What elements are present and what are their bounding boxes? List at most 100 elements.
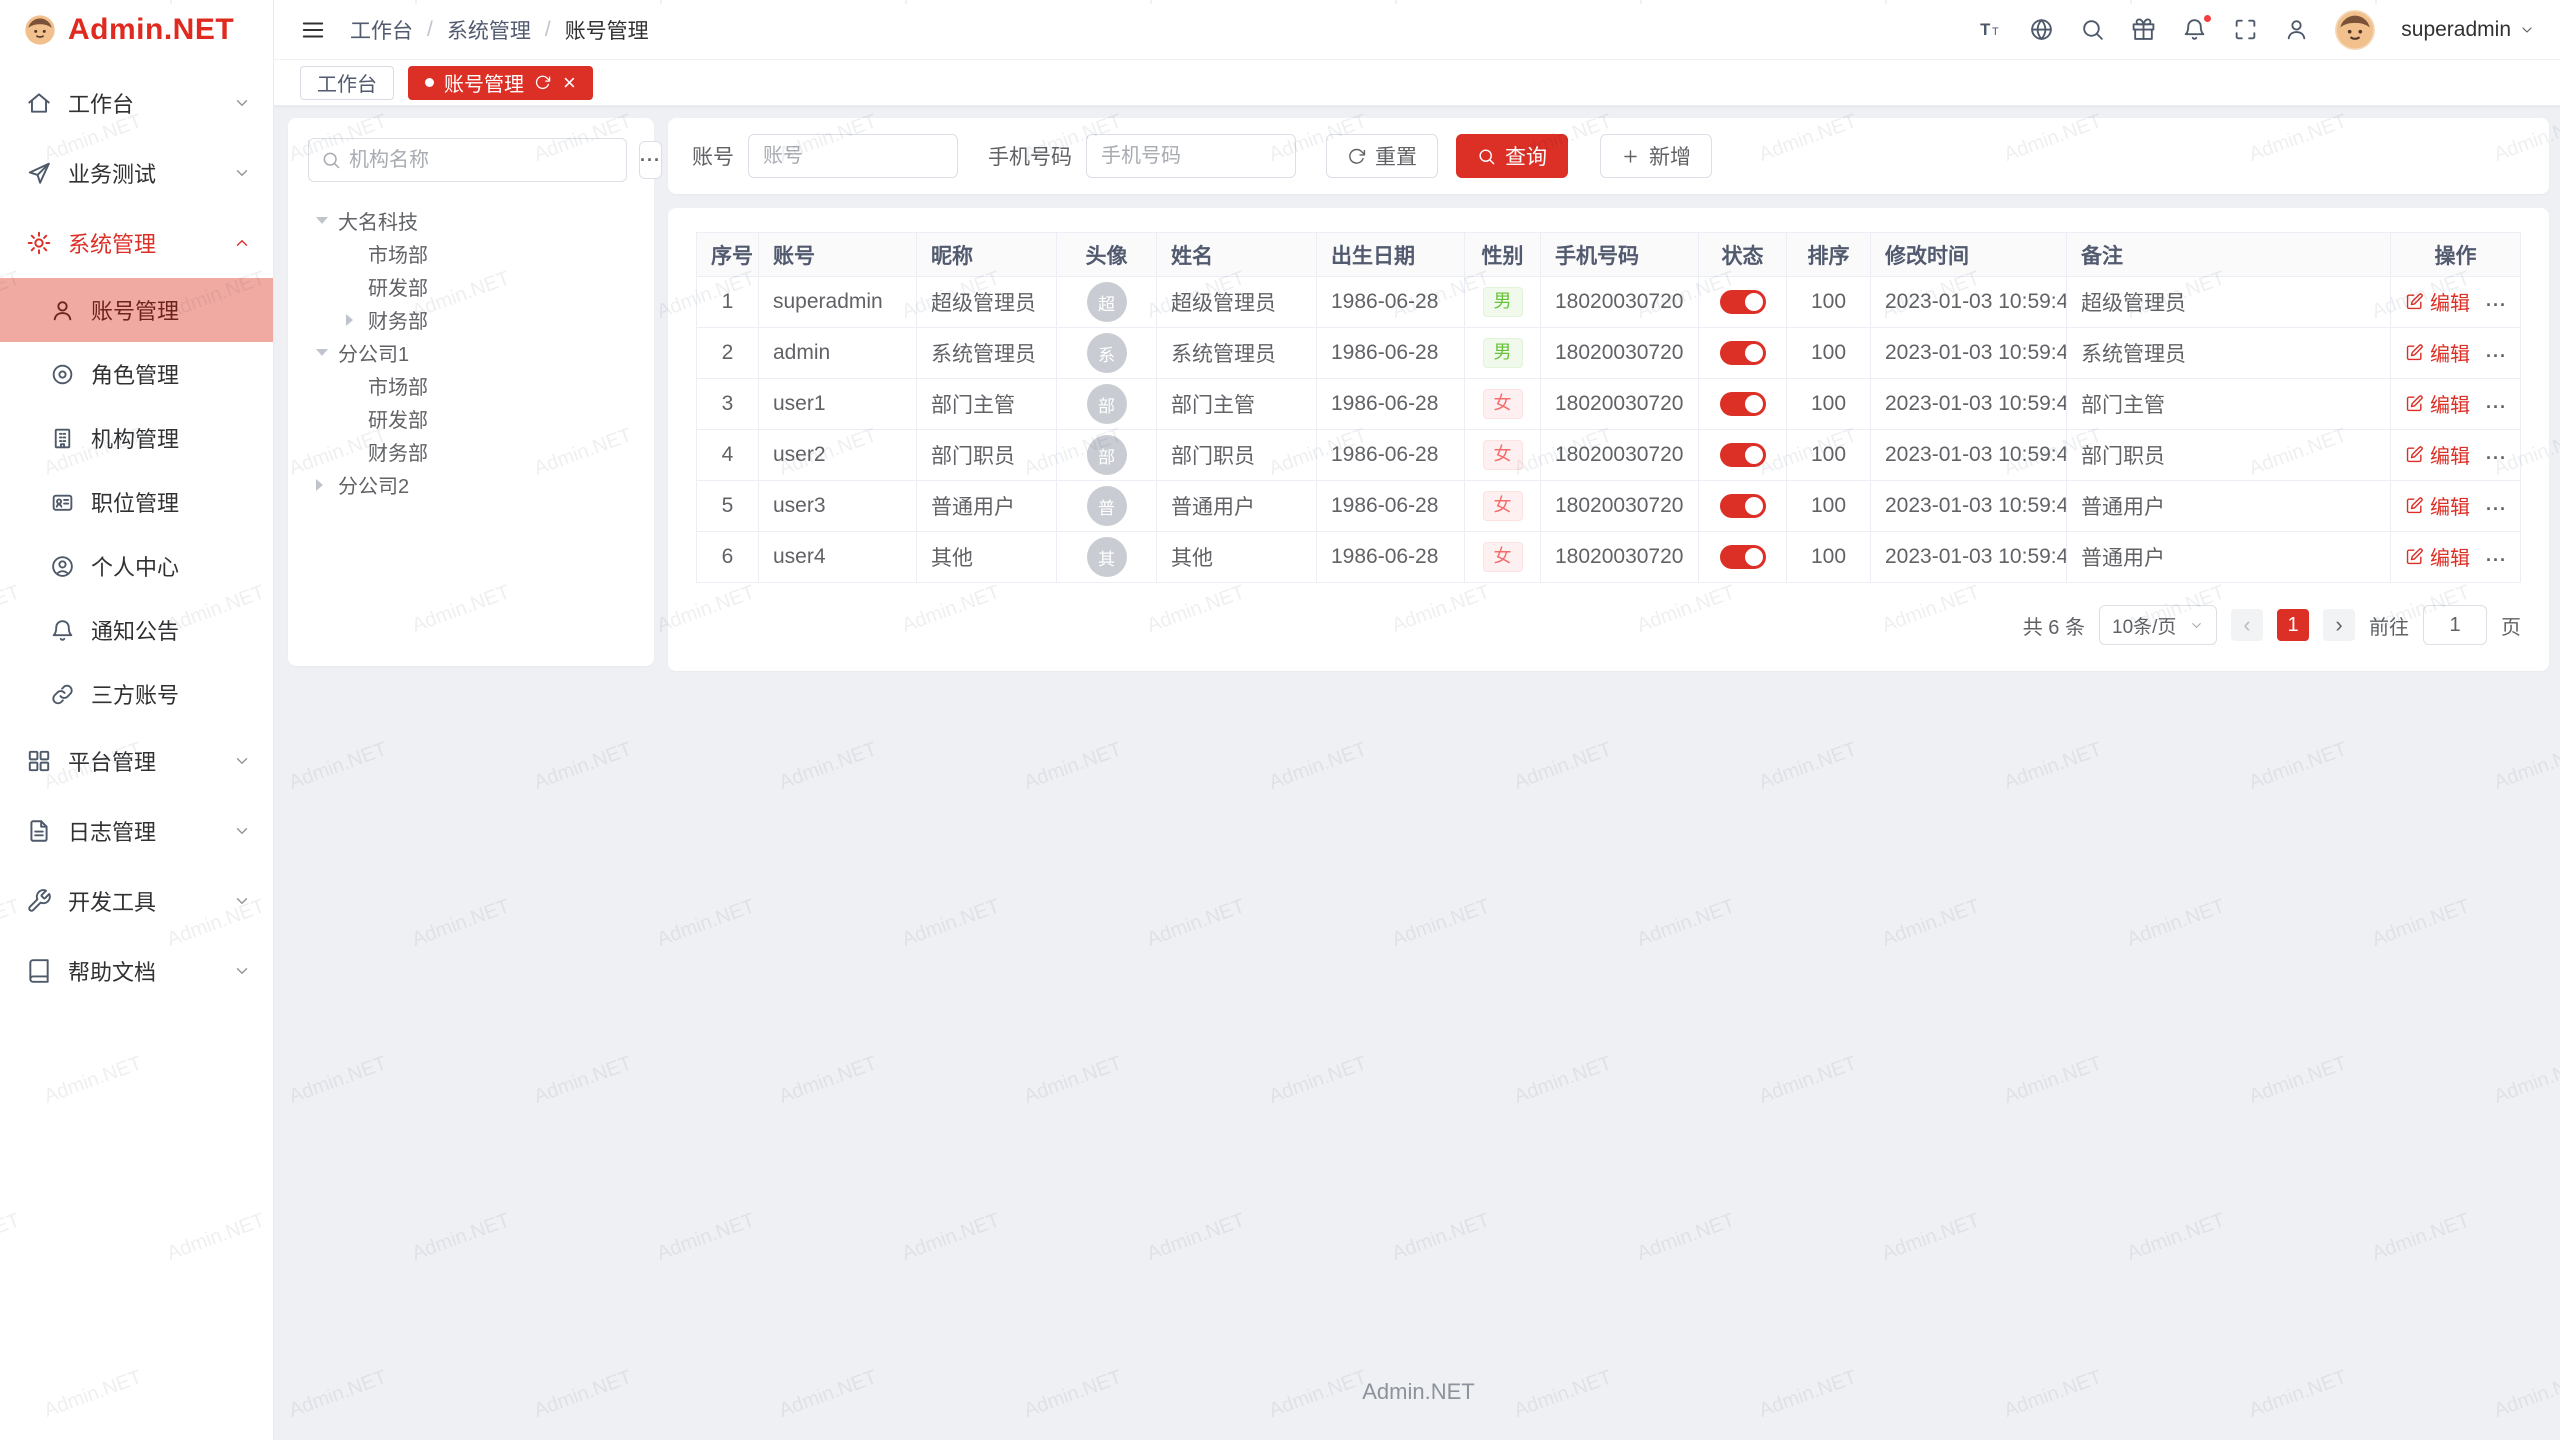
row-avatar: 部 [1087,435,1127,475]
chevron-down-icon [2519,22,2535,38]
goto-page-input[interactable] [2423,605,2487,645]
sidebar-item-personal-center[interactable]: 个人中心 [0,534,273,598]
fullscreen-icon[interactable] [2233,17,2258,42]
sidebar-item-dev-tools[interactable]: 开发工具 [0,866,273,936]
language-icon[interactable] [2029,17,2054,42]
sidebar-menu: 工作台业务测试系统管理账号管理角色管理机构管理职位管理个人中心通知公告三方账号平… [0,60,273,1006]
row-avatar: 超 [1087,282,1127,322]
sidebar-item-log-manage[interactable]: 日志管理 [0,796,273,866]
more-actions-button[interactable]: ··· [2486,448,2507,468]
org-search-input[interactable] [349,149,614,172]
more-actions-button[interactable]: ··· [2486,550,2507,570]
sidebar-item-platform-manage[interactable]: 平台管理 [0,726,273,796]
search-button[interactable]: 查询 [1456,134,1568,178]
edit-button[interactable]: 编辑 [2405,542,2470,571]
badge-icon [50,490,75,515]
status-toggle[interactable] [1720,494,1766,518]
tree-node[interactable]: 分公司2 [308,468,634,501]
caret-down-icon[interactable] [316,349,338,356]
status-toggle[interactable] [1720,443,1766,467]
sidebar-item-business-test[interactable]: 业务测试 [0,138,273,208]
more-actions-button[interactable]: ··· [2486,346,2507,366]
pagination: 共 6 条 10条/页 ‹ 1 › 前往 页 [696,605,2521,645]
table-row: 4user2部门职员部部门职员1986-06-28女18020030720100… [697,430,2521,481]
prev-page-button[interactable]: ‹ [2231,609,2263,641]
cell-nickname: 其他 [931,547,973,570]
edit-button[interactable]: 编辑 [2405,440,2470,469]
edit-button[interactable]: 编辑 [2405,389,2470,418]
tree-node[interactable]: 财务部 [308,303,634,336]
edit-button[interactable]: 编辑 [2405,287,2470,316]
edit-button[interactable]: 编辑 [2405,338,2470,367]
sidebar-item-org-manage[interactable]: 机构管理 [0,406,273,470]
page-size-select[interactable]: 10条/页 [2099,605,2217,645]
tree-more-button[interactable]: ··· [639,141,662,179]
sidebar-item-workbench[interactable]: 工作台 [0,68,273,138]
tree-node[interactable]: 研发部 [308,270,634,303]
notification-icon[interactable] [2182,17,2207,42]
edit-button-label: 编辑 [2430,287,2470,316]
edit-icon [2405,343,2424,362]
sidebar-item-label: 通知公告 [91,614,179,646]
sidebar-item-label: 帮助文档 [68,955,217,987]
close-icon[interactable]: × [563,72,576,94]
edit-icon [2405,445,2424,464]
user-icon [50,298,75,323]
username: superadmin [2401,18,2511,42]
font-size-icon[interactable] [1978,17,2003,42]
status-toggle[interactable] [1720,545,1766,569]
tree-node[interactable]: 财务部 [308,435,634,468]
tab-workbench[interactable]: 工作台 [300,66,394,100]
edit-button[interactable]: 编辑 [2405,491,2470,520]
cell-phone: 18020030720 [1555,545,1683,568]
sidebar-item-notice-announce[interactable]: 通知公告 [0,598,273,662]
cell-account: admin [773,341,830,364]
refresh-icon[interactable] [534,74,551,91]
status-toggle[interactable] [1720,341,1766,365]
breadcrumb: 工作台/系统管理/账号管理 [350,15,649,45]
menu-collapse-icon[interactable] [300,17,326,43]
tab-account-manage[interactable]: 账号管理× [408,66,593,100]
tree-node[interactable]: 研发部 [308,402,634,435]
cell-remark: 普通用户 [2081,547,2165,570]
caret-right-icon[interactable] [346,314,368,326]
sidebar-item-account-manage[interactable]: 账号管理 [0,278,273,342]
next-page-button[interactable]: › [2323,609,2355,641]
caret-right-icon[interactable] [316,479,338,491]
search-icon[interactable] [2080,17,2105,42]
status-toggle[interactable] [1720,392,1766,416]
more-actions-button[interactable]: ··· [2486,397,2507,417]
breadcrumb-item[interactable]: 工作台 [350,15,413,45]
tree-node[interactable]: 市场部 [308,237,634,270]
font-size-icon [1978,17,2003,42]
logo[interactable]: Admin.NET [0,0,273,60]
sidebar-item-system-manage[interactable]: 系统管理 [0,208,273,278]
status-toggle[interactable] [1720,290,1766,314]
reset-button[interactable]: 重置 [1326,134,1438,178]
more-actions-button[interactable]: ··· [2486,499,2507,519]
user-menu[interactable]: superadmin [2401,18,2535,42]
gift-icon [2131,17,2156,42]
sidebar-item-position-manage[interactable]: 职位管理 [0,470,273,534]
cell-name: 部门主管 [1171,394,1255,417]
sidebar-item-role-manage[interactable]: 角色管理 [0,342,273,406]
add-button[interactable]: 新增 [1600,134,1712,178]
avatar[interactable] [2335,10,2375,50]
account-filter-input[interactable] [748,134,958,178]
page-button-1[interactable]: 1 [2277,609,2309,641]
user-circle-icon [50,554,75,579]
right-column: 账号 手机号码 重置 查询 [668,118,2549,671]
phone-filter-input[interactable] [1086,134,1296,178]
breadcrumb-item[interactable]: 系统管理 [447,15,531,45]
column-header: 备注 [2067,233,2391,277]
tree-node[interactable]: 大名科技 [308,204,634,237]
sidebar-item-help-docs[interactable]: 帮助文档 [0,936,273,1006]
more-actions-button[interactable]: ··· [2486,295,2507,315]
tree-node[interactable]: 分公司1 [308,336,634,369]
gift-icon[interactable] [2131,17,2156,42]
sidebar-item-third-account[interactable]: 三方账号 [0,662,273,726]
sidebar-item-label: 平台管理 [68,745,217,777]
tree-node[interactable]: 市场部 [308,369,634,402]
user-setting-icon[interactable] [2284,17,2309,42]
caret-down-icon[interactable] [316,217,338,224]
